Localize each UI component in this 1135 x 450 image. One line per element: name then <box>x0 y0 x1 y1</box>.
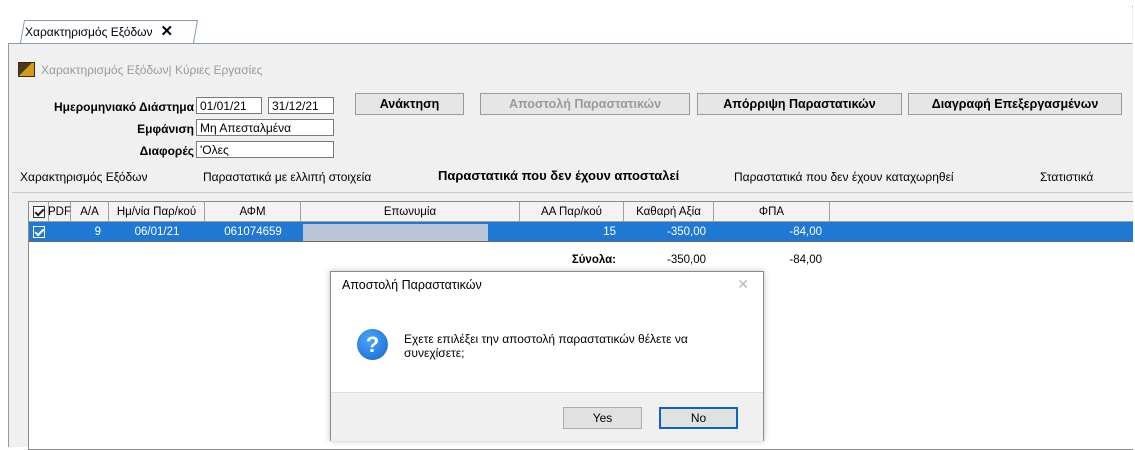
checkbox-icon[interactable] <box>33 225 45 238</box>
cell-pdf <box>49 222 71 241</box>
dialog-title: Αποστολή Παραστατικών <box>342 278 482 292</box>
tab-statistics[interactable]: Στατιστικά <box>1040 170 1093 184</box>
date-from-input[interactable]: 01/01/21 <box>196 97 262 114</box>
display-label: Εμφάνιση <box>137 122 194 136</box>
delete-processed-button[interactable]: Διαγραφή Επεξεργασμένων <box>908 93 1122 115</box>
col-aa[interactable]: Α/Α <box>71 202 109 221</box>
differences-label: Διαφορές <box>139 144 194 158</box>
header-select-all[interactable] <box>29 202 49 221</box>
col-vat[interactable]: ΦΠΑ <box>714 202 830 221</box>
dialog-message: Εχετε επιλέξει την αποστολή παραστατικών… <box>404 332 688 360</box>
cell-net-value: -350,00 <box>666 225 706 238</box>
cell-aa: 9 <box>94 225 101 238</box>
cell-date: 06/01/21 <box>134 225 180 238</box>
breadcrumb-text: Χαρακτηρισμός Εξόδων| Κύριες Εργασίες <box>41 62 263 77</box>
cell-afm: 061074659 <box>224 225 282 238</box>
totals-row: Σύνολα: -350,00 -84,00 <box>29 250 1133 268</box>
differences-select[interactable]: 'Ολες <box>196 141 334 158</box>
reject-documents-button[interactable]: Απόρριψη Παραστατικών <box>697 93 902 115</box>
tab-unregistered-documents[interactable]: Παραστατικά που δεν έχουν καταχωρηθεί <box>734 170 954 184</box>
date-to-input[interactable]: 31/12/21 <box>268 97 334 114</box>
period-label: Ημερομηνιακό Διάστημα <box>54 100 194 114</box>
question-icon: ? <box>357 329 388 360</box>
close-icon[interactable]: ✕ <box>161 24 174 39</box>
col-net-value[interactable]: Καθαρή Αξία <box>624 202 714 221</box>
col-doc-no[interactable]: ΑΑ Παρ/κού <box>520 202 624 221</box>
row-checkbox[interactable] <box>29 222 49 241</box>
breadcrumb: Χαρακτηρισμός Εξόδων| Κύριες Εργασίες <box>18 62 262 77</box>
row-separator <box>29 241 1133 242</box>
send-documents-button[interactable]: Αποστολή Παραστατικών <box>480 93 690 115</box>
totals-net: -350,00 <box>666 253 706 266</box>
checkbox-icon[interactable] <box>32 205 45 218</box>
col-name[interactable]: Επωνυμία <box>301 202 520 221</box>
confirm-dialog: Αποστολή Παραστατικών ✕ ? Εχετε επιλέξει… <box>330 271 764 441</box>
retrieve-button[interactable]: Ανάκτηση <box>355 93 464 115</box>
tab-divider <box>8 43 1132 44</box>
yes-button[interactable]: Yes <box>563 407 642 429</box>
col-date[interactable]: Ημ/νία Παρ/κού <box>109 202 205 221</box>
col-afm[interactable]: ΑΦΜ <box>205 202 301 221</box>
tab-unsent-documents[interactable]: Παραστατικά που δεν έχουν αποσταλεί <box>438 168 679 183</box>
totals-label: Σύνολα: <box>571 253 616 266</box>
document-tab-label: Χαρακτηρισμός Εξόδων <box>25 25 153 39</box>
dialog-close-icon[interactable]: ✕ <box>737 276 749 293</box>
cell-doc-no: 15 <box>603 225 616 238</box>
display-select[interactable]: Μη Απεσταλμένα <box>196 119 334 136</box>
tabs-underline <box>12 192 1132 193</box>
cell-vat: -84,00 <box>789 225 822 238</box>
cell-name <box>301 222 520 241</box>
module-icon <box>18 62 35 77</box>
document-tab-content[interactable]: Χαρακτηρισμός Εξόδων ✕ <box>25 23 173 41</box>
redacted-name <box>303 223 488 241</box>
table-row[interactable]: 9 06/01/21 061074659 15 -350,00 -84,00 <box>29 222 1133 241</box>
grid-header: PDF Α/Α Ημ/νία Παρ/κού ΑΦΜ Επωνυμία ΑΑ Π… <box>29 202 1133 222</box>
totals-vat: -84,00 <box>789 253 822 266</box>
no-button[interactable]: No <box>659 407 738 429</box>
tab-incomplete-documents[interactable]: Παραστατικά με ελλιπή στοιχεία <box>203 170 371 184</box>
col-pdf[interactable]: PDF <box>48 202 71 221</box>
dialog-footer: Yes No <box>331 392 763 441</box>
tab-expense-classification[interactable]: Χαρακτηρισμός Εξόδων <box>20 170 148 184</box>
